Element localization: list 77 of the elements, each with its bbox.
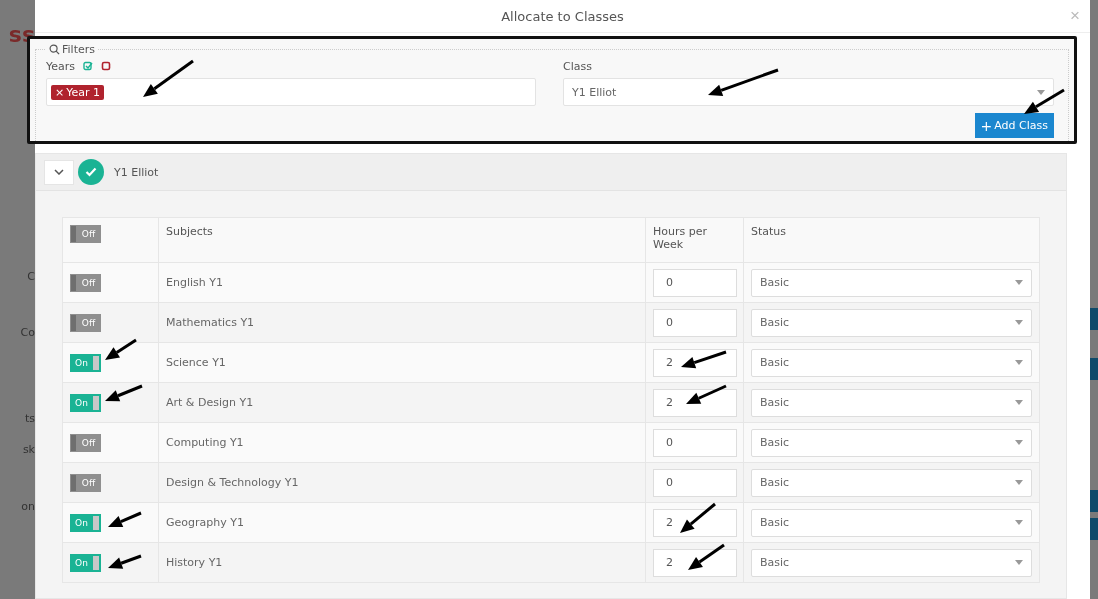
background-bar xyxy=(1090,358,1098,380)
background-text: ts xyxy=(24,413,35,424)
annotation-arrow xyxy=(686,384,727,404)
subject-cell: History Y1 xyxy=(158,542,646,583)
hours-field[interactable]: 2 xyxy=(653,548,737,577)
hours-field[interactable]: 2 xyxy=(653,508,737,537)
add-class-button[interactable]: +Add Class xyxy=(974,113,1054,138)
status-select[interactable]: Basic xyxy=(751,428,1032,457)
subject-cell: English Y1 xyxy=(158,262,646,303)
annotation-arrow xyxy=(680,502,716,533)
status-select[interactable]: Basic xyxy=(751,268,1032,297)
caret-icon xyxy=(1015,360,1023,365)
caret-icon xyxy=(1015,320,1023,325)
remove-icon[interactable]: × xyxy=(55,85,65,99)
hours-field[interactable]: 0 xyxy=(653,308,737,337)
annotation-arrow xyxy=(1024,88,1065,114)
hours-field[interactable]: 0 xyxy=(653,428,737,457)
subject-cell: Computing Y1 xyxy=(158,422,646,463)
background-text: C xyxy=(27,271,35,282)
class-title: Y1 Elliot xyxy=(114,165,159,179)
background-text: on xyxy=(21,501,35,512)
background-bar xyxy=(1090,518,1098,540)
legend-text: Filters xyxy=(62,43,95,56)
annotation-arrow xyxy=(143,59,194,97)
hours-field[interactable]: 0 xyxy=(653,468,737,497)
background-bar xyxy=(1090,490,1098,512)
caret-icon xyxy=(1015,560,1023,565)
check-all-icon[interactable] xyxy=(83,61,94,71)
field-label: Years xyxy=(46,59,76,73)
status-select[interactable]: Basic xyxy=(751,548,1032,577)
caret-icon xyxy=(1037,89,1045,95)
caret-icon xyxy=(1015,280,1023,285)
column-header: Status xyxy=(743,217,1040,263)
hours-field[interactable]: 2 xyxy=(653,388,737,417)
toggle-switch[interactable]: Off xyxy=(70,273,101,292)
caret-icon xyxy=(1015,400,1023,405)
search-icon xyxy=(49,44,60,55)
years-field[interactable]: × Year 1 xyxy=(46,78,536,106)
annotation-arrow xyxy=(108,511,142,528)
field-label: Class xyxy=(563,59,592,73)
caret-icon xyxy=(1015,440,1023,445)
hours-field[interactable]: 2 xyxy=(653,348,737,377)
annotation-arrow xyxy=(708,68,779,96)
toggle-switch[interactable]: Off xyxy=(70,473,101,492)
annotation-arrow xyxy=(105,338,137,360)
status-select[interactable]: Basic xyxy=(751,348,1032,377)
expand-button[interactable] xyxy=(44,159,74,185)
status-select[interactable]: Basic xyxy=(751,388,1032,417)
subject-cell: Art & Design Y1 xyxy=(158,382,646,423)
status-select[interactable]: Basic xyxy=(751,308,1032,337)
annotation-arrow xyxy=(681,350,727,369)
background-text: Co xyxy=(20,327,35,338)
class-select[interactable]: Y1 Elliot xyxy=(563,78,1054,106)
subject-cell: Design & Technology Y1 xyxy=(158,462,646,503)
status-select[interactable]: Basic xyxy=(751,508,1032,537)
annotation-arrow xyxy=(108,554,142,569)
caret-icon xyxy=(1015,480,1023,485)
hours-field[interactable]: 0 xyxy=(653,268,737,297)
subject-cell: Science Y1 xyxy=(158,342,646,383)
background-text: sk xyxy=(22,444,35,455)
clear-all-icon[interactable] xyxy=(101,61,112,71)
toggle-switch[interactable]: Off xyxy=(70,433,101,452)
tag-label: Year 1 xyxy=(66,85,100,99)
caret-icon xyxy=(1015,520,1023,525)
status-select[interactable]: Basic xyxy=(751,468,1032,497)
annotation-arrow xyxy=(688,543,725,570)
background-bar xyxy=(1090,308,1098,330)
column-header: Hours per Week xyxy=(645,217,744,263)
subject-cell: Mathematics Y1 xyxy=(158,302,646,343)
chevron-icon xyxy=(54,169,64,175)
year-tag[interactable]: × Year 1 xyxy=(51,84,104,100)
annotation-arrow xyxy=(105,384,143,402)
dialog-title: Allocate to Classes xyxy=(501,8,624,24)
subject-cell: Geography Y1 xyxy=(158,502,646,543)
toggle-switch[interactable]: Off xyxy=(70,313,101,332)
column-header: Subjects xyxy=(158,217,646,263)
toggle-switch[interactable]: Off xyxy=(70,225,101,243)
